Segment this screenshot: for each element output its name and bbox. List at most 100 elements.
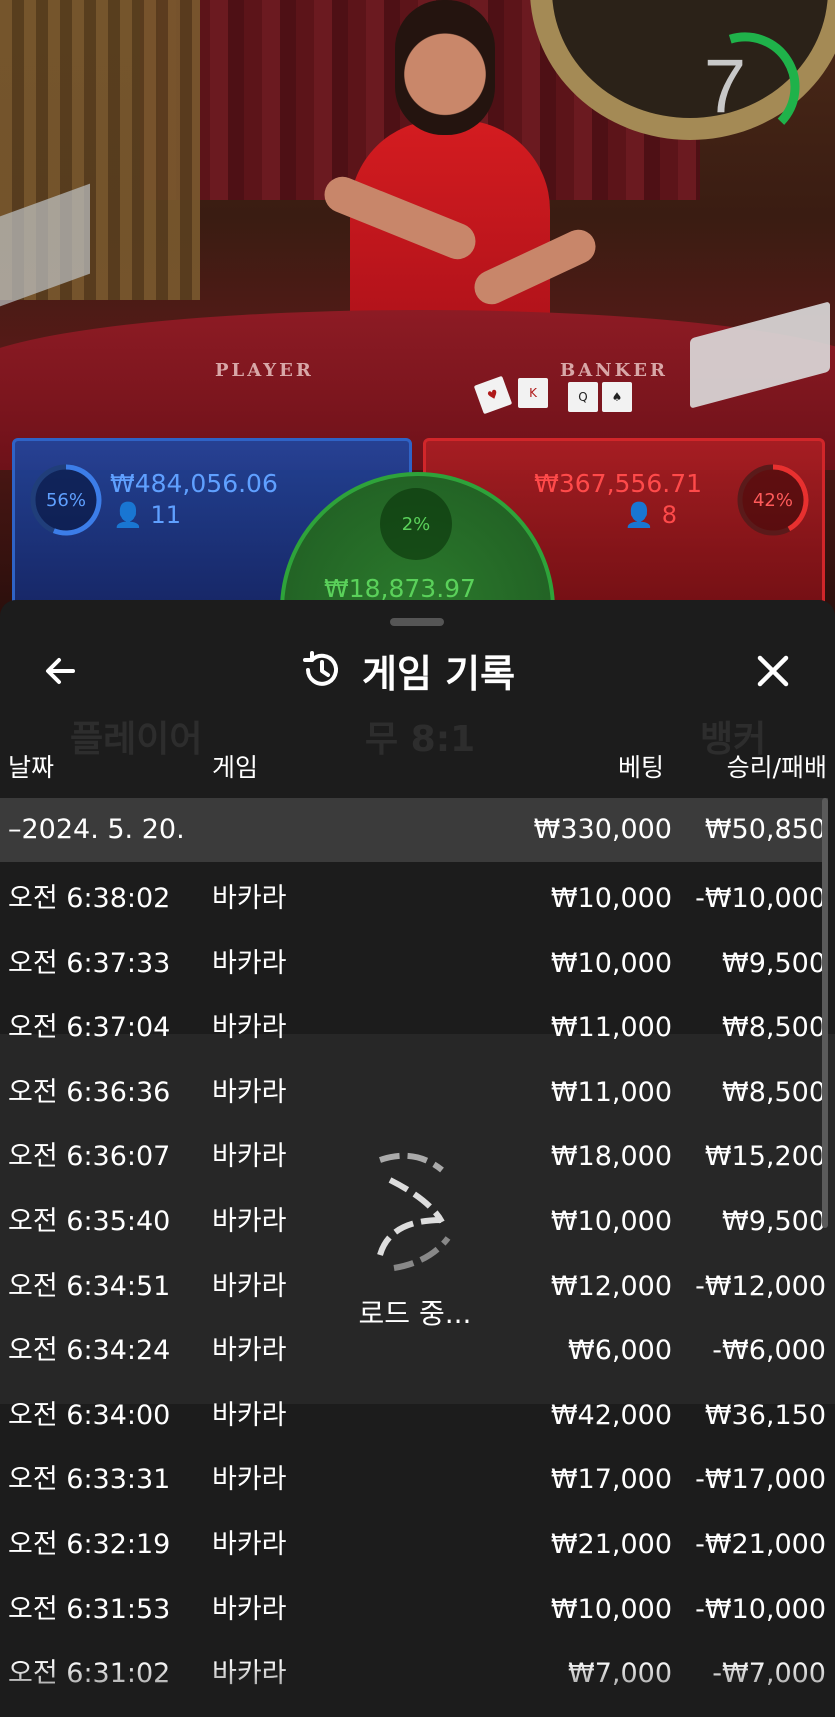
- banker-percent: 42%: [752, 489, 793, 511]
- row-winloss: -₩6,000: [712, 1335, 826, 1367]
- group-winloss-total: ₩50,850: [704, 814, 826, 845]
- history-row[interactable]: 오전 6:37:04 바카라 ₩11,000 ₩8,500: [0, 996, 828, 1060]
- column-header-bet[interactable]: 베팅: [618, 748, 664, 784]
- row-time: 오전 6:32:19: [8, 1529, 171, 1560]
- row-bet: ₩10,000: [550, 1206, 672, 1237]
- tie-percent-ring: 2%: [380, 488, 452, 560]
- row-time: 오전 6:36:36: [8, 1076, 171, 1108]
- row-game: 바카라: [212, 1593, 287, 1625]
- drag-handle[interactable]: [390, 618, 444, 626]
- row-time: 오전 6:38:02: [8, 883, 171, 914]
- row-bet: ₩6,000: [568, 1335, 672, 1367]
- row-bet: ₩17,000: [550, 1464, 672, 1496]
- row-winloss: ₩36,150: [704, 1399, 826, 1431]
- row-winloss: -₩17,000: [695, 1464, 826, 1496]
- close-icon: [757, 655, 789, 687]
- row-time: 오전 6:36:07: [8, 1141, 171, 1173]
- row-game: 바카라: [212, 947, 287, 979]
- player-percent-ring: 56%: [29, 463, 103, 537]
- row-bet: ₩21,000: [550, 1529, 672, 1560]
- loading-indicator: 로드 중...: [340, 1140, 490, 1370]
- back-button[interactable]: [36, 646, 86, 696]
- row-bet: ₩11,000: [550, 1076, 672, 1108]
- row-bet: ₩10,000: [550, 1593, 672, 1625]
- history-row[interactable]: 오전 6:36:36 바카라 ₩11,000 ₩8,500: [0, 1061, 828, 1125]
- close-button[interactable]: [748, 646, 798, 696]
- row-winloss: ₩15,200: [704, 1141, 826, 1173]
- bottom-fade: [0, 1660, 835, 1717]
- history-row[interactable]: 오전 6:32:19 바카라 ₩21,000 -₩21,000: [0, 1513, 828, 1577]
- row-game: 바카라: [212, 1270, 287, 1302]
- history-clock-icon: [303, 651, 338, 686]
- history-row[interactable]: 오전 6:38:02 바카라 ₩10,000 -₩10,000: [0, 867, 828, 931]
- dealer-head: [395, 0, 495, 135]
- row-winloss: -₩21,000: [695, 1529, 826, 1560]
- row-winloss: ₩8,500: [722, 1076, 826, 1108]
- column-header-winloss[interactable]: 승리/패배: [727, 748, 827, 784]
- row-time: 오전 6:37:33: [8, 947, 171, 979]
- sheet-title-group: 게임 기록: [300, 642, 515, 698]
- row-bet: ₩12,000: [550, 1270, 672, 1302]
- player-percent: 56%: [45, 489, 86, 511]
- row-bet: ₩10,000: [550, 883, 672, 914]
- row-game: 바카라: [212, 1529, 287, 1560]
- history-row[interactable]: 오전 6:33:31 바카라 ₩17,000 -₩17,000: [0, 1448, 828, 1512]
- spinner-icon: [377, 1152, 451, 1271]
- history-row[interactable]: 오전 6:31:53 바카라 ₩10,000 -₩10,000: [0, 1578, 828, 1642]
- row-bet: ₩42,000: [550, 1399, 672, 1431]
- ghost-player-label: 플레이어: [70, 719, 203, 760]
- banker-total-amount: ₩367,556.71: [534, 469, 702, 498]
- row-time: 오전 6:33:31: [8, 1464, 171, 1496]
- row-game: 바카라: [212, 1076, 287, 1108]
- arrow-left-icon: [46, 658, 75, 684]
- row-time: 오전 6:34:51: [8, 1270, 171, 1302]
- row-game: 바카라: [212, 1012, 287, 1044]
- row-time: 오전 6:35:40: [8, 1206, 171, 1237]
- row-bet: ₩18,000: [550, 1141, 672, 1173]
- table-label-player: PLAYER: [215, 360, 314, 381]
- row-winloss: ₩8,500: [722, 1012, 826, 1044]
- row-time: 오전 6:34:00: [8, 1399, 171, 1431]
- history-row[interactable]: 오전 6:37:33 바카라 ₩10,000 ₩9,500: [0, 932, 828, 996]
- row-winloss: -₩12,000: [695, 1270, 826, 1302]
- row-winloss: ₩9,500: [722, 947, 826, 979]
- group-bet-total: ₩330,000: [533, 814, 672, 845]
- row-game: 바카라: [212, 1206, 287, 1237]
- banker-count: 👤 8: [624, 501, 677, 529]
- game-history-sheet: 플레이어 무 8:1 뱅커 게임 기록 날짜 게임 베팅 승리/패배 –2024: [0, 600, 835, 1717]
- row-time: 오전 6:34:24: [8, 1335, 171, 1367]
- dealt-cards: ♥ K Q ♠: [473, 375, 638, 415]
- row-winloss: ₩9,500: [722, 1206, 826, 1237]
- group-date: –2024. 5. 20.: [8, 814, 185, 845]
- loading-text: 로드 중...: [358, 1297, 472, 1330]
- person-icon: 👤: [624, 501, 655, 529]
- row-game: 바카라: [212, 1399, 287, 1431]
- row-time: 오전 6:37:04: [8, 1012, 171, 1044]
- sheet-title: 게임 기록: [362, 651, 516, 696]
- row-game: 바카라: [212, 1335, 287, 1367]
- row-bet: ₩10,000: [550, 947, 672, 979]
- tie-total-amount: ₩18,873.97: [324, 574, 476, 603]
- row-winloss: -₩10,000: [695, 1593, 826, 1625]
- date-group-row[interactable]: –2024. 5. 20. ₩330,000 ₩50,850: [0, 798, 828, 862]
- tie-percent: 2%: [401, 513, 431, 535]
- row-bet: ₩11,000: [550, 1012, 672, 1044]
- player-count-value: 11: [150, 501, 182, 529]
- banker-percent-ring: 42%: [736, 463, 810, 537]
- history-row[interactable]: 오전 6:34:00 바카라 ₩42,000 ₩36,150: [0, 1384, 828, 1448]
- row-game: 바카라: [212, 1141, 287, 1173]
- row-game: 바카라: [212, 883, 287, 914]
- row-winloss: -₩10,000: [695, 883, 826, 914]
- player-total-amount: ₩484,056.06: [110, 469, 278, 498]
- sheet-header: 게임 기록: [0, 630, 835, 710]
- row-game: 바카라: [212, 1464, 287, 1496]
- timer-value: 7: [703, 44, 747, 129]
- player-count: 👤 11: [113, 501, 181, 529]
- ghost-tie-label: 무 8:1: [365, 719, 476, 760]
- scrollbar[interactable]: [822, 798, 828, 1228]
- column-header-date[interactable]: 날짜: [8, 748, 54, 784]
- column-header-game[interactable]: 게임: [212, 748, 258, 784]
- countdown-timer: 7: [690, 32, 800, 142]
- person-icon: 👤: [113, 501, 143, 529]
- row-time: 오전 6:31:53: [8, 1593, 171, 1625]
